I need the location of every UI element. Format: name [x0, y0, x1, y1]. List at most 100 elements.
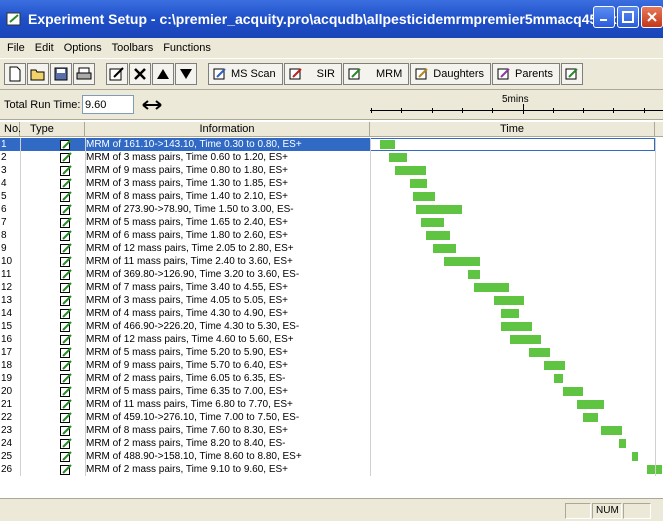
- time-window-bar[interactable]: [416, 205, 462, 214]
- move-up-button[interactable]: [152, 63, 174, 85]
- menu-file[interactable]: File: [2, 42, 30, 54]
- function-row[interactable]: 13 MRM of 3 mass pairs, Time 4.05 to 5.05…: [0, 294, 663, 307]
- function-row[interactable]: 26 MRM of 2 mass pairs, Time 9.10 to 9.60…: [0, 463, 663, 476]
- time-window-bar[interactable]: [443, 257, 481, 266]
- function-row[interactable]: 16 MRM of 12 mass pairs, Time 4.60 to 5.6…: [0, 333, 663, 346]
- sir-icon: [285, 64, 307, 84]
- function-information: MRM of 5 mass pairs, Time 6.35 to 7.00, …: [86, 386, 289, 397]
- open-button[interactable]: [27, 63, 49, 85]
- column-header-information[interactable]: Information: [85, 122, 370, 137]
- function-information: MRM of 12 mass pairs, Time 2.05 to 2.80,…: [86, 243, 294, 254]
- parents-button[interactable]: Parents: [492, 63, 560, 85]
- function-row[interactable]: 24 MRM of 2 mass pairs, Time 8.20 to 8.40…: [0, 437, 663, 450]
- function-row[interactable]: 8 MRM of 6 mass pairs, Time 1.80 to 2.60,…: [0, 229, 663, 242]
- function-row[interactable]: 23 MRM of 8 mass pairs, Time 7.60 to 8.30…: [0, 424, 663, 437]
- function-row[interactable]: 15 MRM of 466.90->226.20, Time 4.30 to 5.…: [0, 320, 663, 333]
- time-window-bar[interactable]: [619, 439, 626, 448]
- time-window-bar[interactable]: [577, 400, 605, 409]
- function-row[interactable]: 7 MRM of 5 mass pairs, Time 1.65 to 2.40,…: [0, 216, 663, 229]
- time-window-bar[interactable]: [467, 270, 481, 279]
- column-header-type[interactable]: Type: [20, 122, 85, 137]
- function-information: MRM of 2 mass pairs, Time 8.20 to 8.40, …: [86, 438, 286, 449]
- function-row[interactable]: 12 MRM of 7 mass pairs, Time 3.40 to 4.55…: [0, 281, 663, 294]
- time-window-bar[interactable]: [501, 309, 520, 318]
- function-icon: [565, 68, 578, 80]
- function-row[interactable]: 19 MRM of 2 mass pairs, Time 6.05 to 6.35…: [0, 372, 663, 385]
- edit-function-button[interactable]: [106, 63, 128, 85]
- function-row[interactable]: 20 MRM of 5 mass pairs, Time 6.35 to 7.00…: [0, 385, 663, 398]
- function-information: MRM of 488.90->158.10, Time 8.60 to 8.80…: [86, 451, 302, 462]
- time-window-bar[interactable]: [474, 283, 509, 292]
- function-row[interactable]: 17 MRM of 5 mass pairs, Time 5.20 to 5.90…: [0, 346, 663, 359]
- time-window-bar[interactable]: [510, 335, 541, 344]
- new-button[interactable]: [4, 63, 26, 85]
- column-header-no[interactable]: No.: [0, 122, 21, 137]
- time-window-bar[interactable]: [583, 413, 599, 422]
- save-button[interactable]: [50, 63, 72, 85]
- time-window-bar[interactable]: [433, 244, 456, 253]
- function-row[interactable]: 2 MRM of 3 mass pairs, Time 0.60 to 1.20,…: [0, 151, 663, 164]
- sir-button[interactable]: SIR: [283, 63, 342, 85]
- expand-scale-button[interactable]: [140, 95, 164, 115]
- close-button[interactable]: [641, 6, 663, 28]
- function-row[interactable]: 5 MRM of 8 mass pairs, Time 1.40 to 2.10,…: [0, 190, 663, 203]
- time-window-bar[interactable]: [413, 192, 435, 201]
- function-row[interactable]: 11 MRM of 369.80->126.90, Time 3.20 to 3.…: [0, 268, 663, 281]
- function-row[interactable]: 9 MRM of 12 mass pairs, Time 2.05 to 2.80…: [0, 242, 663, 255]
- move-down-button[interactable]: [175, 63, 197, 85]
- menu-options[interactable]: Options: [59, 42, 107, 54]
- time-window-bar[interactable]: [425, 231, 450, 240]
- time-window-bar[interactable]: [631, 452, 638, 461]
- function-number: 12: [1, 282, 13, 293]
- function-number: 21: [1, 399, 13, 410]
- status-cell-scroll: [623, 503, 651, 519]
- mrm-type-icon: [60, 204, 72, 215]
- function-row[interactable]: 18 MRM of 9 mass pairs, Time 5.70 to 6.40…: [0, 359, 663, 372]
- title-bar[interactable]: Experiment Setup - c:\premier_acquity.pr…: [0, 0, 663, 38]
- time-window-bar[interactable]: [420, 218, 444, 227]
- menu-toolbars[interactable]: Toolbars: [107, 42, 159, 54]
- function-number: 3: [1, 165, 7, 176]
- function-number: 5: [1, 191, 7, 202]
- column-separator: [370, 138, 371, 476]
- time-window-bar[interactable]: [410, 179, 428, 188]
- open-folder-icon: [30, 69, 45, 81]
- mrm-type-icon: [60, 386, 72, 397]
- daughters-button[interactable]: Daughters: [410, 63, 492, 85]
- function-row[interactable]: 14 MRM of 4 mass pairs, Time 4.30 to 4.90…: [0, 307, 663, 320]
- print-button[interactable]: [73, 63, 95, 85]
- time-window-bar[interactable]: [493, 296, 524, 305]
- delete-function-button[interactable]: [129, 63, 151, 85]
- mrm-type-icon: [60, 139, 72, 150]
- function-row[interactable]: 4 MRM of 3 mass pairs, Time 1.30 to 1.85,…: [0, 177, 663, 190]
- total-run-time-input[interactable]: [82, 95, 134, 114]
- time-window-bar[interactable]: [389, 153, 408, 162]
- time-window-bar[interactable]: [380, 140, 396, 149]
- column-header-time[interactable]: Time: [370, 122, 655, 137]
- more-function-button[interactable]: [560, 63, 583, 85]
- ms-scan-label: MS Scan: [231, 68, 276, 80]
- menu-edit[interactable]: Edit: [30, 42, 59, 54]
- function-information: MRM of 8 mass pairs, Time 7.60 to 8.30, …: [86, 425, 289, 436]
- function-row[interactable]: 21 MRM of 11 mass pairs, Time 6.80 to 7.7…: [0, 398, 663, 411]
- function-row[interactable]: 25 MRM of 488.90->158.10, Time 8.60 to 8.…: [0, 450, 663, 463]
- time-window-bar[interactable]: [395, 166, 426, 175]
- function-row[interactable]: 10 MRM of 11 mass pairs, Time 2.40 to 3.6…: [0, 255, 663, 268]
- maximize-button[interactable]: [617, 6, 639, 28]
- function-row[interactable]: 22 MRM of 459.10->276.10, Time 7.00 to 7.…: [0, 411, 663, 424]
- mrm-button[interactable]: MRM: [342, 63, 410, 85]
- ms-scan-button[interactable]: MS Scan: [208, 63, 283, 85]
- scale-tick: [522, 104, 524, 114]
- function-row[interactable]: 3 MRM of 9 mass pairs, Time 0.80 to 1.80,…: [0, 164, 663, 177]
- menu-functions[interactable]: Functions: [158, 42, 216, 54]
- time-window-bar[interactable]: [563, 387, 584, 396]
- mrm-type-icon: [60, 334, 72, 345]
- function-row[interactable]: 6 MRM of 273.90->78.90, Time 1.50 to 3.00…: [0, 203, 663, 216]
- time-window-bar[interactable]: [528, 348, 550, 357]
- time-window-bar[interactable]: [501, 322, 532, 331]
- function-row[interactable]: 1 MRM of 161.10->143.10, Time 0.30 to 0.8…: [0, 138, 663, 151]
- time-window-bar[interactable]: [554, 374, 564, 383]
- time-window-bar[interactable]: [543, 361, 565, 370]
- time-window-bar[interactable]: [601, 426, 623, 435]
- minimize-button[interactable]: [593, 6, 615, 28]
